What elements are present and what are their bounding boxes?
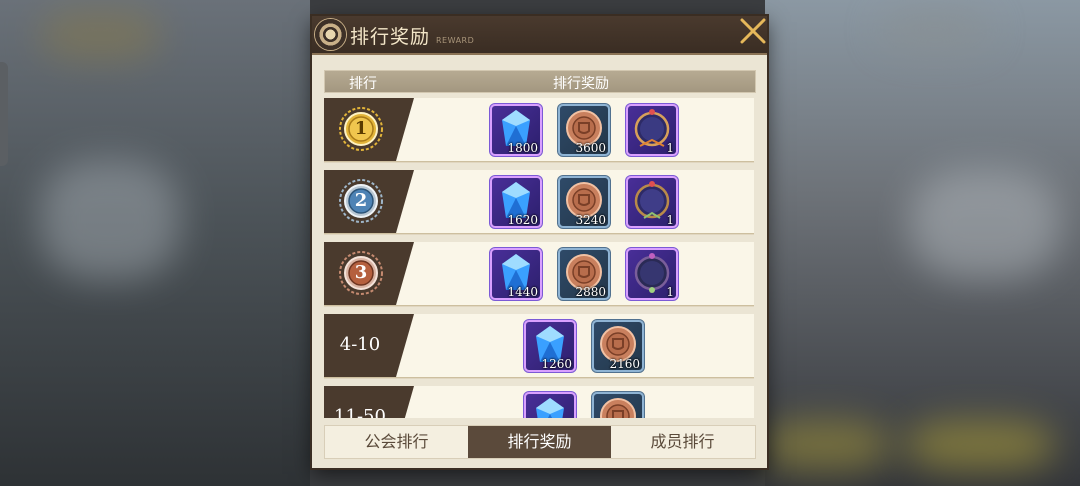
item-quantity: 1800 [507,140,538,155]
background-cloud [40,160,180,280]
rank-number: 3 [354,262,368,283]
panel-subtitle: REWARD [436,36,475,45]
background-button-glow-2 [905,420,1055,470]
panel-header: 排行奖励 REWARD [312,16,767,55]
reward-item[interactable]: 1 [626,247,678,300]
reward-row: 1 1800 3600 1 [324,98,754,161]
item-quantity: 2880 [575,284,606,299]
bronze-coin-icon [600,397,636,418]
compass-emblem-icon [315,19,346,50]
item-quantity: 3240 [575,212,606,227]
item-quantity: 1 [666,212,674,227]
close-icon [740,18,766,44]
reward-item[interactable]: 1800 [490,103,542,156]
reward-item[interactable]: 1440 [490,247,542,300]
reward-item[interactable] [524,391,576,418]
silver-medal-icon: 2 [338,178,384,224]
reward-items [414,386,754,418]
tab-bar: 公会排行 排行奖励 成员排行 [324,425,756,459]
reward-item[interactable]: 2880 [558,247,610,300]
item-quantity: 1 [666,140,674,155]
background-sign [40,10,160,60]
rank-cell: 3 [324,242,414,305]
panel-title: 排行奖励 [350,26,431,48]
reward-row: 2 1620 3240 1 [324,170,754,233]
reward-row: 4-10 1260 2160 [324,314,754,377]
blue-crystal-icon [536,397,564,418]
reward-item[interactable]: 1 [626,175,678,228]
reward-list[interactable]: 1 1800 3600 1 2 1620 3240 1 3 1440 2880 … [324,98,754,418]
item-quantity: 1440 [507,284,538,299]
reward-item[interactable]: 1 [626,103,678,156]
reward-items: 1800 3600 1 [414,98,754,161]
column-rank: 排行 [349,76,377,92]
reward-item[interactable]: 1260 [524,319,576,372]
rank-number: 1 [354,118,368,139]
side-drawer-handle[interactable] [0,62,8,166]
reward-item[interactable]: 3240 [558,175,610,228]
rank-cell: 1 [324,98,414,161]
rank-number: 2 [354,190,368,211]
close-button[interactable] [738,16,768,46]
reward-row: 3 1440 2880 1 [324,242,754,305]
reward-item[interactable]: 1620 [490,175,542,228]
item-quantity: 2160 [609,356,640,371]
reward-item[interactable] [592,391,644,418]
item-quantity: 1260 [541,356,572,371]
gold-medal-icon: 1 [338,106,384,152]
column-reward: 排行奖励 [553,76,609,92]
bronze-medal-icon: 3 [338,250,384,296]
reward-items: 1620 3240 1 [414,170,754,233]
table-header: 排行 排行奖励 [324,70,756,93]
tab-guild-ranking[interactable]: 公会排行 [325,426,468,458]
item-quantity: 3600 [575,140,606,155]
background-button-glow [760,420,890,470]
reward-item[interactable]: 3600 [558,103,610,156]
item-quantity: 1620 [507,212,538,227]
background-cloud-right [910,170,1060,280]
reward-row: 11-50 [324,386,754,418]
item-quantity: 1 [666,284,674,299]
reward-items: 1440 2880 1 [414,242,754,305]
rank-range: 4-10 [339,334,381,355]
reward-item[interactable]: 2160 [592,319,644,372]
rank-range: 11-50 [334,406,386,418]
rank-cell: 11-50 [324,386,414,418]
reward-panel: 排行奖励 REWARD 排行 排行奖励 1 1800 3600 1 2 1620… [312,16,767,468]
rank-cell: 2 [324,170,414,233]
rank-cell: 4-10 [324,314,414,377]
tab-member-ranking[interactable]: 成员排行 [611,426,754,458]
tab-ranking-reward[interactable]: 排行奖励 [468,426,611,458]
background-sign-right [880,10,990,50]
reward-items: 1260 2160 [414,314,754,377]
